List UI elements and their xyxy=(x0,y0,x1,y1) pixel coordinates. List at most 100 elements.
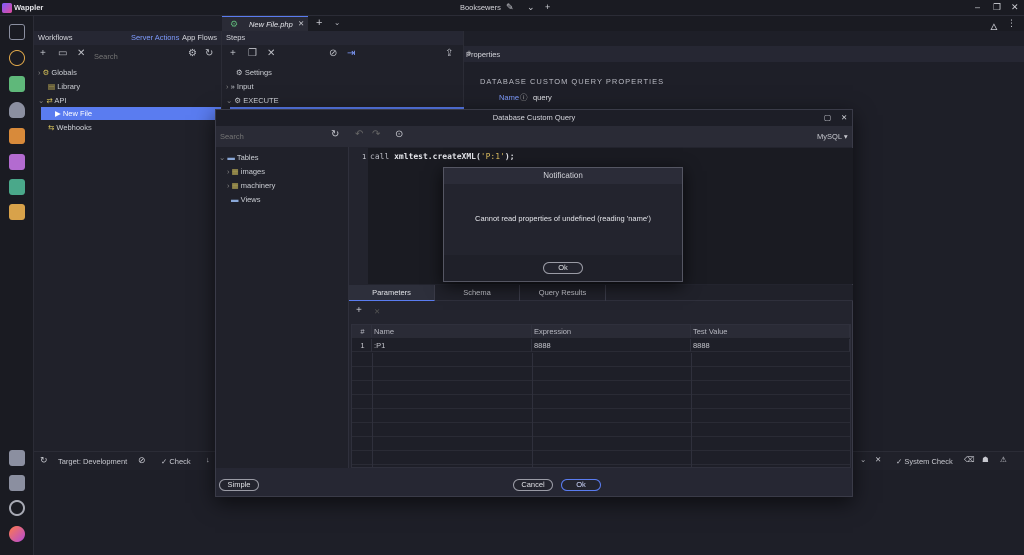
notification-ok-button[interactable]: Ok xyxy=(543,262,583,274)
maximize-dialog-icon[interactable]: ▢ xyxy=(824,110,831,126)
tab-parameters[interactable]: Parameters xyxy=(349,285,435,301)
tab-query-results[interactable]: Query Results xyxy=(520,285,606,301)
eraser-icon[interactable]: ⌫ xyxy=(964,455,975,464)
dropdown-icon[interactable]: ⌄ xyxy=(860,455,866,464)
simple-button[interactable]: Simple xyxy=(219,479,259,491)
db-type-label: MySQL xyxy=(817,132,842,141)
tab-server-actions[interactable]: Server Actions xyxy=(131,31,179,45)
system-check-button[interactable]: ✓ System Check xyxy=(896,457,953,466)
workflows-title: Workflows xyxy=(38,33,73,42)
tab-close-icon[interactable]: ✕ xyxy=(298,19,304,28)
tasks-icon[interactable] xyxy=(9,204,25,220)
disable-icon[interactable]: ⊘ xyxy=(329,48,337,59)
param-test-value-cell[interactable]: 8888 xyxy=(691,339,850,352)
tree-item-webhooks[interactable]: ⇆ Webhooks xyxy=(48,121,218,134)
edit-icon[interactable]: ✎ xyxy=(506,2,514,13)
step-execute[interactable]: ⌄ ⚙ EXECUTE xyxy=(226,94,279,107)
properties-header: ⇪ Properties xyxy=(464,46,1024,62)
steps-header: Steps xyxy=(222,31,463,45)
info-icon: ⓘ xyxy=(520,93,528,102)
step-label: Input xyxy=(236,82,254,91)
remove-step-icon[interactable]: ✕ xyxy=(267,48,275,59)
run-query-icon[interactable]: ⊙ xyxy=(395,129,403,140)
add-icon[interactable]: + xyxy=(40,48,46,59)
param-expression-cell[interactable]: 8888 xyxy=(532,339,691,352)
workflows-icon[interactable] xyxy=(9,76,25,92)
tree-label: Webhooks xyxy=(56,123,92,132)
settings-icon[interactable]: ⚙ xyxy=(188,48,197,59)
remove-param-icon[interactable]: ✕ xyxy=(374,307,380,316)
tree-item-library[interactable]: ▤ Library xyxy=(48,80,218,93)
alert-icon[interactable]: ⚠ xyxy=(1000,455,1007,464)
share-icon[interactable]: ⇪ xyxy=(445,48,453,59)
tree-item-api[interactable]: ⌄ ⇄ API xyxy=(38,94,218,107)
delete-icon[interactable]: ✕ xyxy=(77,48,85,59)
db-type-select[interactable]: MySQL ▾ xyxy=(817,132,848,141)
tab-label: New File.php xyxy=(249,20,293,29)
schema-search-input[interactable] xyxy=(220,130,320,142)
tree-label: API xyxy=(54,96,67,105)
ok-button[interactable]: Ok xyxy=(561,479,601,491)
routes-icon[interactable] xyxy=(9,128,25,144)
refresh-icon[interactable]: ↻ xyxy=(205,48,213,59)
export-icon[interactable]: ⇥ xyxy=(347,48,355,59)
minimize-icon[interactable]: – xyxy=(975,2,980,12)
tab-new-file[interactable]: ⚙ New File.php ✕ xyxy=(222,16,308,31)
name-label: Name xyxy=(499,93,520,102)
add-project-icon[interactable]: + xyxy=(545,2,550,12)
tree-item-globals[interactable]: › ⚙ Globals xyxy=(38,66,218,79)
schema-images[interactable]: › ▦ images xyxy=(227,165,265,178)
layers-icon[interactable] xyxy=(9,179,25,195)
step-settings[interactable]: ⚙ Settings xyxy=(236,66,272,79)
dialog-title-bar: Database Custom Query ▢ ✕ xyxy=(216,110,852,126)
param-name-cell[interactable]: :P1 xyxy=(372,339,532,352)
properties-title: Properties xyxy=(466,50,501,59)
git-icon[interactable] xyxy=(9,50,25,66)
puzzle-icon[interactable] xyxy=(9,475,25,491)
pages-icon[interactable] xyxy=(9,24,25,40)
design-icon[interactable] xyxy=(9,154,25,170)
user-avatar[interactable] xyxy=(9,526,25,542)
workflow-search-input[interactable] xyxy=(94,50,184,62)
undo-icon[interactable]: ↶ xyxy=(355,129,363,140)
schema-machinery[interactable]: › ▦ machinery xyxy=(227,179,275,192)
tab-app-flows[interactable]: App Flows xyxy=(182,31,217,45)
more-icon[interactable]: ⋮ xyxy=(1007,18,1016,29)
check-circle-icon[interactable]: ⊘ xyxy=(138,455,146,466)
project-name[interactable]: Booksewers xyxy=(460,3,501,12)
cancel-button[interactable]: Cancel xyxy=(513,479,553,491)
add-param-icon[interactable]: + xyxy=(356,305,362,316)
line-number: 1 xyxy=(362,153,367,161)
close-dialog-icon[interactable]: ✕ xyxy=(841,110,847,126)
close-output-icon[interactable]: ✕ xyxy=(875,455,881,464)
notification-message: Cannot read properties of undefined (rea… xyxy=(475,214,651,223)
chevron-down-icon[interactable]: ⌄ xyxy=(527,2,535,13)
extensions-icon[interactable] xyxy=(9,450,25,466)
bug-icon[interactable]: ☗ xyxy=(982,455,989,464)
tab-schema[interactable]: Schema xyxy=(435,285,520,301)
new-tab-icon[interactable]: + xyxy=(316,17,322,29)
app-name: Wappler xyxy=(14,3,44,12)
maximize-icon[interactable]: ❐ xyxy=(993,2,1001,13)
settings-step-icon: ⚙ xyxy=(236,68,243,77)
add-step-icon[interactable]: + xyxy=(230,48,236,59)
settings-gear-icon[interactable] xyxy=(9,500,25,516)
row-index: 1 xyxy=(352,339,372,352)
fire-icon[interactable]: 🜂 xyxy=(990,18,998,36)
download-icon[interactable]: ↓ xyxy=(206,455,210,464)
schema-tables[interactable]: ⌄ ▬ Tables xyxy=(219,151,259,164)
copy-icon[interactable]: ❐ xyxy=(248,48,257,59)
refresh-schema-icon[interactable]: ↻ xyxy=(331,129,339,140)
schema-views[interactable]: ▬ Views xyxy=(231,193,260,206)
refresh-target-icon[interactable]: ↻ xyxy=(40,455,48,466)
tree-item-new-file[interactable]: ▶ New File xyxy=(41,107,221,120)
database-icon[interactable] xyxy=(9,102,25,118)
check-button[interactable]: ✓ Check xyxy=(161,457,191,466)
tab-list-chevron-icon[interactable]: ⌄ xyxy=(334,18,340,27)
folder-icon[interactable]: ▭ xyxy=(58,48,67,59)
name-value[interactable]: query xyxy=(533,93,552,102)
redo-icon[interactable]: ↷ xyxy=(372,129,380,140)
close-window-icon[interactable]: ✕ xyxy=(1011,2,1019,13)
step-input[interactable]: › » Input xyxy=(226,80,254,93)
target-select[interactable]: Target: Development xyxy=(58,457,127,466)
